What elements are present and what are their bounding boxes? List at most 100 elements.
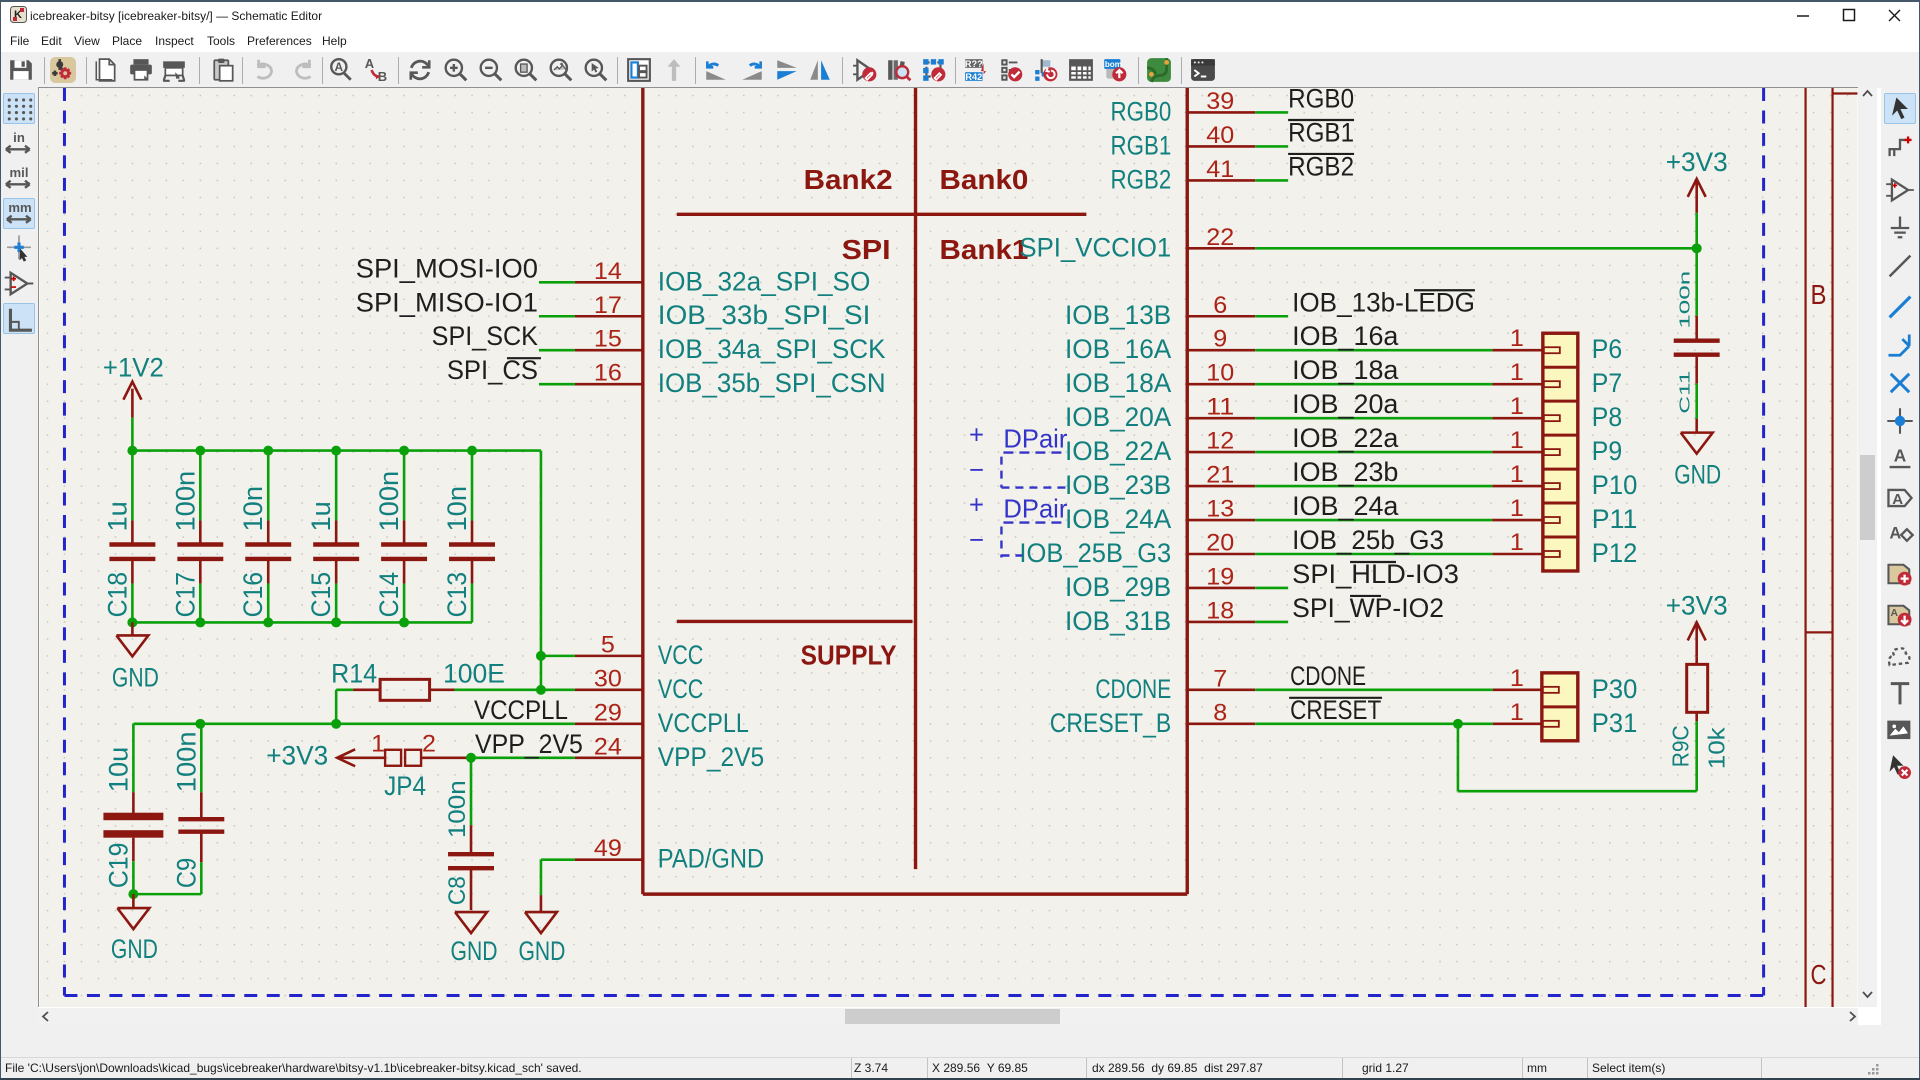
svg-text:16: 16 <box>594 360 622 387</box>
svg-text:1: 1 <box>1510 665 1524 692</box>
svg-text:1: 1 <box>1510 461 1524 488</box>
svg-text:IOB_13b-LEDG: IOB_13b-LEDG <box>1292 287 1475 317</box>
svg-text:SPI_MOSI-IO0: SPI_MOSI-IO0 <box>356 253 538 283</box>
svg-text:IOB_13B: IOB_13B <box>1065 300 1171 330</box>
svg-text:100n: 100n <box>171 731 201 792</box>
svg-text:SPI_SCK: SPI_SCK <box>432 321 538 351</box>
svg-text:11: 11 <box>1206 394 1234 421</box>
svg-text:CDONE: CDONE <box>1290 661 1366 691</box>
svg-text:C16: C16 <box>238 572 268 618</box>
svg-text:GND: GND <box>1674 460 1721 490</box>
svg-text:Bank2: Bank2 <box>804 164 893 195</box>
svg-text:12: 12 <box>1206 428 1234 455</box>
svg-text:P11: P11 <box>1592 504 1638 534</box>
svg-text:IOB_24a: IOB_24a <box>1292 491 1398 521</box>
svg-text:IOB_20A: IOB_20A <box>1065 402 1171 432</box>
svg-text:P31: P31 <box>1592 708 1638 738</box>
svg-text:CDONE: CDONE <box>1095 674 1171 704</box>
svg-text:−: − <box>969 524 984 554</box>
svg-text:100E: 100E <box>443 658 505 688</box>
svg-text:GND: GND <box>518 936 565 966</box>
svg-text:IOB_25b_G3: IOB_25b_G3 <box>1292 525 1444 555</box>
svg-text:A: A <box>365 57 375 71</box>
svg-text:R??: R?? <box>965 59 983 69</box>
svg-text:+: + <box>969 420 984 450</box>
svg-text:P10: P10 <box>1592 470 1638 500</box>
svg-text:A: A <box>1894 445 1907 465</box>
svg-text:Bank0: Bank0 <box>940 164 1029 195</box>
svg-text:SPI_WP-IO2: SPI_WP-IO2 <box>1292 593 1444 623</box>
svg-text:P9: P9 <box>1592 436 1622 466</box>
svg-text:29: 29 <box>594 699 622 726</box>
svg-text:1u: 1u <box>306 501 336 531</box>
svg-text:IOB_18A: IOB_18A <box>1065 368 1171 398</box>
svg-text:1: 1 <box>1510 427 1524 454</box>
svg-text:+: + <box>969 490 984 520</box>
svg-text:SPI_VCCIO1: SPI_VCCIO1 <box>1019 232 1171 262</box>
svg-text:IOB_35b_SPI_CSN: IOB_35b_SPI_CSN <box>658 368 886 398</box>
svg-text:IOB_16a: IOB_16a <box>1292 321 1398 351</box>
svg-text:100n: 100n <box>170 471 200 532</box>
svg-text:1u: 1u <box>102 501 132 531</box>
svg-text:IOB_32a_SPI_SO: IOB_32a_SPI_SO <box>658 266 871 296</box>
svg-text:RGB1: RGB1 <box>1288 117 1354 147</box>
svg-text:10n: 10n <box>442 486 472 532</box>
svg-text:RGB1: RGB1 <box>1111 130 1172 160</box>
svg-text:30: 30 <box>594 665 622 692</box>
svg-text:CRESET: CRESET <box>1290 695 1381 725</box>
svg-text:IOB_20a: IOB_20a <box>1292 389 1398 419</box>
svg-text:IOB_24A: IOB_24A <box>1065 504 1171 534</box>
svg-text:SPI_CS: SPI_CS <box>447 355 538 385</box>
svg-text:C17: C17 <box>170 572 200 618</box>
svg-text:IOB_33b_SPI_SI: IOB_33b_SPI_SI <box>658 300 871 330</box>
svg-text:IOB_34a_SPI_SCK: IOB_34a_SPI_SCK <box>658 334 886 364</box>
svg-text:C14: C14 <box>374 572 404 618</box>
svg-text:C19: C19 <box>103 843 133 889</box>
svg-text:22: 22 <box>1206 224 1234 251</box>
svg-text:21: 21 <box>1206 462 1234 489</box>
svg-text:41: 41 <box>1206 156 1234 183</box>
svg-text:8: 8 <box>1213 699 1227 726</box>
svg-text:RGB0: RGB0 <box>1288 87 1354 113</box>
svg-text:mil: mil <box>10 165 29 180</box>
svg-text:R42: R42 <box>965 72 982 82</box>
svg-text:1: 1 <box>1510 359 1524 386</box>
svg-text:P6: P6 <box>1592 334 1622 364</box>
svg-text:RGB0: RGB0 <box>1111 96 1172 126</box>
svg-text:SPI_MISO-IO1: SPI_MISO-IO1 <box>356 287 538 317</box>
svg-text:15: 15 <box>594 326 622 353</box>
svg-text:1: 1 <box>1510 699 1524 726</box>
svg-text:RGB2: RGB2 <box>1111 164 1172 194</box>
svg-text:JP4: JP4 <box>384 771 426 801</box>
svg-text:IOB_22A: IOB_22A <box>1065 436 1171 466</box>
svg-text:100n: 100n <box>1677 271 1694 329</box>
svg-text:Bank1: Bank1 <box>940 234 1029 265</box>
svg-text:IOB_23b: IOB_23b <box>1292 457 1398 487</box>
svg-text:1: 1 <box>1510 495 1524 522</box>
svg-text:+3V3: +3V3 <box>1666 147 1728 177</box>
svg-text:10: 10 <box>1206 360 1234 387</box>
svg-text:10k: 10k <box>1704 727 1730 770</box>
svg-text:B: B <box>1811 279 1827 310</box>
svg-text:49: 49 <box>594 835 622 862</box>
svg-text:VCC: VCC <box>658 674 704 704</box>
svg-text:−: − <box>969 455 984 485</box>
svg-text:18: 18 <box>1206 597 1234 624</box>
svg-text:C9: C9 <box>171 858 201 888</box>
svg-text:1: 1 <box>1510 529 1524 556</box>
svg-text:A: A <box>335 60 344 74</box>
svg-text:24: 24 <box>594 733 622 760</box>
svg-text:VCC: VCC <box>658 640 704 670</box>
svg-text:100n: 100n <box>444 780 471 838</box>
svg-text:100n: 100n <box>374 471 404 532</box>
svg-text:R14: R14 <box>331 658 377 688</box>
svg-text:C11: C11 <box>1677 371 1694 414</box>
svg-text:CRESET_B: CRESET_B <box>1050 708 1171 738</box>
svg-text:+1V2: +1V2 <box>103 353 164 383</box>
svg-text:20: 20 <box>1206 529 1234 556</box>
svg-text:IOB_31B: IOB_31B <box>1065 606 1171 636</box>
svg-text:C13: C13 <box>442 572 472 618</box>
svg-text:13: 13 <box>1206 496 1234 523</box>
svg-text:1: 1 <box>1510 325 1524 352</box>
svg-text:5: 5 <box>601 631 615 658</box>
